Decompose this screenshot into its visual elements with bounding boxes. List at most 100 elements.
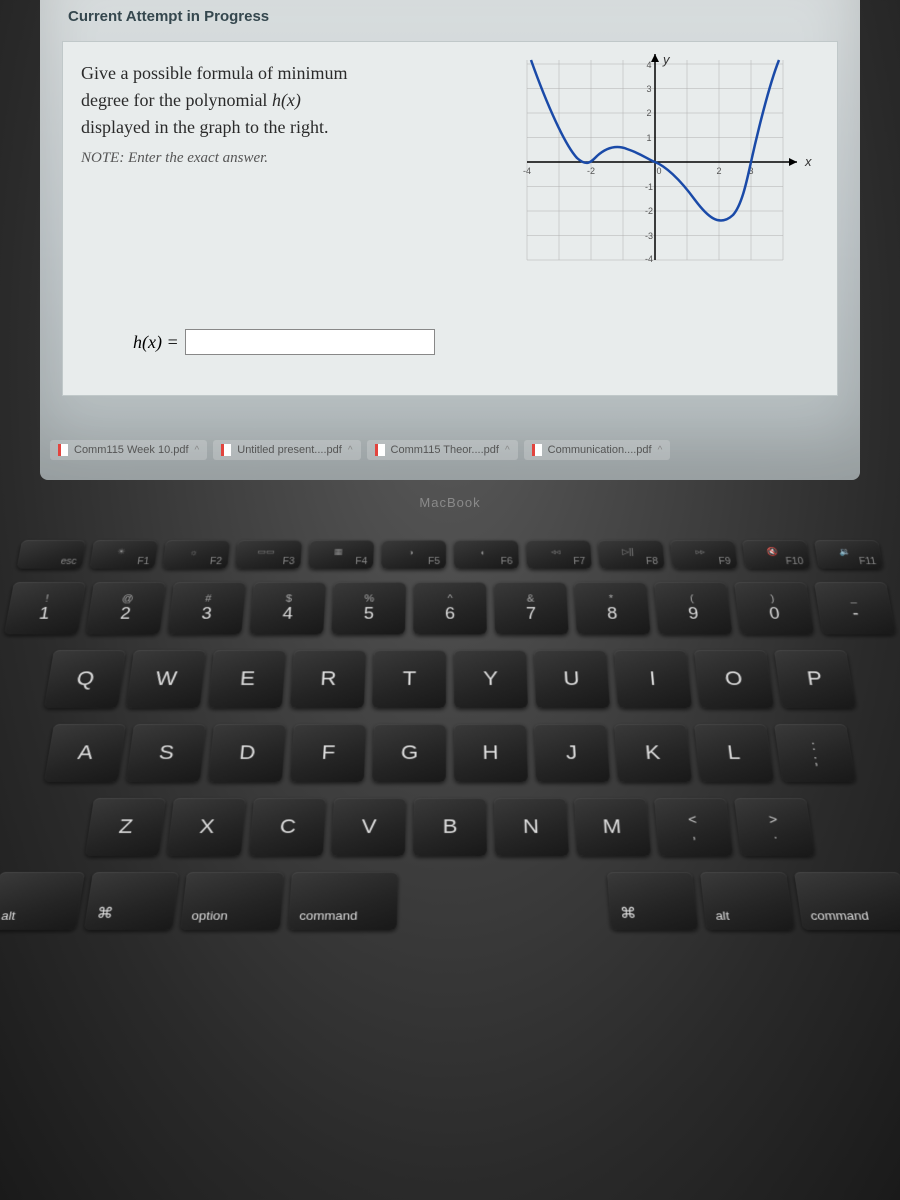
key-s: S: [126, 724, 206, 782]
key-n: N: [494, 798, 569, 856]
svg-text:-1: -1: [645, 182, 653, 192]
key-4: $4: [249, 582, 326, 634]
key-v: V: [331, 798, 406, 856]
key-f2: ☼F2: [162, 540, 230, 569]
key-t: T: [372, 650, 446, 708]
key-w: W: [126, 650, 206, 708]
chevron-up-icon: ^: [505, 445, 510, 456]
key-k: K: [614, 724, 692, 782]
key-punct-0: <,: [654, 798, 733, 856]
key-u: U: [534, 650, 610, 708]
q-line2: degree for the polynomial: [81, 90, 272, 110]
key-3: #3: [168, 582, 246, 634]
svg-text:3: 3: [646, 84, 651, 94]
key-option: option: [180, 872, 284, 930]
laptop-screen: Current Attempt in Progress Give a possi…: [40, 0, 860, 480]
key-f9: ▹▹F9: [670, 540, 738, 569]
dl-name: Comm115 Week 10.pdf: [74, 444, 189, 456]
key-9: (9: [654, 582, 732, 634]
key-alt-left: alt: [0, 872, 85, 930]
question-card: Give a possible formula of minimum degre…: [62, 41, 838, 396]
key-f3: ▭▭F3: [235, 540, 302, 569]
dl-name: Communication....pdf: [548, 444, 652, 456]
svg-text:-4: -4: [523, 166, 531, 176]
key-f1: ☀F1: [89, 540, 158, 569]
download-item[interactable]: Comm115 Week 10.pdf ^: [50, 440, 207, 460]
key-z: Z: [85, 798, 166, 856]
key-e: E: [208, 650, 286, 708]
key-7: &7: [494, 582, 569, 634]
laptop-brand-label: MacBook: [0, 495, 900, 510]
key-r: R: [290, 650, 366, 708]
svg-text:-2: -2: [587, 166, 595, 176]
answer-input[interactable]: [185, 329, 435, 355]
pdf-icon: [532, 444, 542, 456]
key-f4: ▦F4: [308, 540, 374, 569]
svg-text:4: 4: [646, 60, 651, 70]
q-note: NOTE: Enter the exact answer.: [81, 147, 361, 170]
key-punct-1: >.: [734, 798, 815, 856]
key-8: *8: [574, 582, 651, 634]
question-text: Give a possible formula of minimum degre…: [81, 60, 361, 170]
dl-name: Untitled present....pdf: [237, 444, 342, 456]
key-f: F: [290, 724, 366, 782]
svg-text:2: 2: [646, 108, 651, 118]
download-item[interactable]: Communication....pdf ^: [524, 440, 671, 460]
key-j: J: [534, 724, 610, 782]
downloads-bar: Comm115 Week 10.pdf ^ Untitled present..…: [50, 440, 850, 460]
q-line3: displayed in the graph to the right.: [81, 117, 328, 137]
key-g: G: [372, 724, 446, 782]
download-item[interactable]: Untitled present....pdf ^: [213, 440, 360, 460]
key-f11: 🔉F11: [814, 540, 883, 569]
key-y: Y: [454, 650, 528, 708]
svg-text:-2: -2: [645, 206, 653, 216]
key-a: A: [44, 724, 126, 782]
svg-text:1: 1: [646, 133, 651, 143]
dl-name: Comm115 Theor....pdf: [391, 444, 499, 456]
key-1: !1: [4, 582, 86, 634]
svg-text:-3: -3: [645, 231, 653, 241]
download-item[interactable]: Comm115 Theor....pdf ^: [367, 440, 518, 460]
q-fx: h(x): [272, 90, 301, 110]
answer-row: h(x) =: [133, 329, 435, 355]
polynomial-graph: x y -4-2 023 432 1-1-2 -3-4: [507, 50, 827, 270]
key-semicolon: :;: [774, 724, 856, 782]
svg-text:2: 2: [716, 166, 721, 176]
key-2: @2: [86, 582, 166, 634]
key-q: Q: [44, 650, 126, 708]
key-m: M: [574, 798, 651, 856]
attempt-header: Current Attempt in Progress: [40, 0, 860, 33]
key-command-right: command: [794, 872, 900, 930]
key-0: )0: [734, 582, 814, 634]
key-command-left: command: [288, 872, 398, 930]
key-p: P: [774, 650, 856, 708]
key-i: I: [614, 650, 692, 708]
pdf-icon: [221, 444, 231, 456]
x-axis-label: x: [804, 154, 812, 169]
key-o: O: [694, 650, 774, 708]
key-cmd-sym-right: ⌘: [607, 872, 699, 930]
keyboard: esc☀F1☼F2▭▭F3▦F4◑F5◐F6◃◃F7▷||F8▹▹F9🔇F10🔉…: [0, 540, 900, 946]
svg-text:-4: -4: [645, 254, 653, 264]
y-axis-label: y: [662, 52, 671, 67]
q-line1: Give a possible formula of minimum: [81, 63, 347, 83]
key-f7: ◃◃F7: [526, 540, 592, 569]
key-f6: ◐F6: [454, 540, 519, 569]
key-f8: ▷||F8: [598, 540, 665, 569]
key--: _-: [814, 582, 896, 634]
key-c: C: [249, 798, 326, 856]
key-b: B: [413, 798, 487, 856]
key-alt-right: alt: [700, 872, 794, 930]
key-x: X: [167, 798, 246, 856]
key-l: L: [694, 724, 774, 782]
answer-label: h(x) =: [133, 332, 179, 353]
key-esc: esc: [17, 540, 86, 569]
key-cmd-sym-left: ⌘: [84, 872, 178, 930]
chevron-up-icon: ^: [348, 445, 353, 456]
pdf-icon: [375, 444, 385, 456]
key-5: %5: [331, 582, 406, 634]
key-f5: ◑F5: [381, 540, 446, 569]
chevron-up-icon: ^: [195, 445, 200, 456]
key-h: H: [454, 724, 528, 782]
key-6: ^6: [413, 582, 487, 634]
